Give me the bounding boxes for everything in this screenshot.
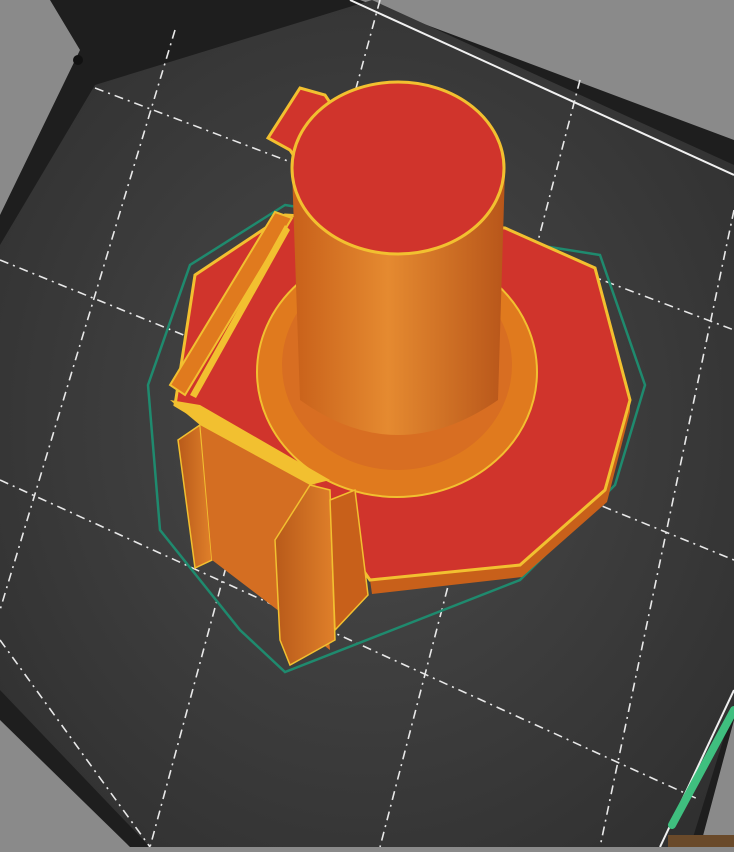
cylinder-top — [290, 80, 506, 256]
bed-screw — [73, 55, 83, 65]
scene-canvas[interactable] — [0, 0, 734, 848]
wipe-tower-base — [668, 835, 734, 847]
3d-preview-viewport[interactable] — [0, 0, 734, 848]
